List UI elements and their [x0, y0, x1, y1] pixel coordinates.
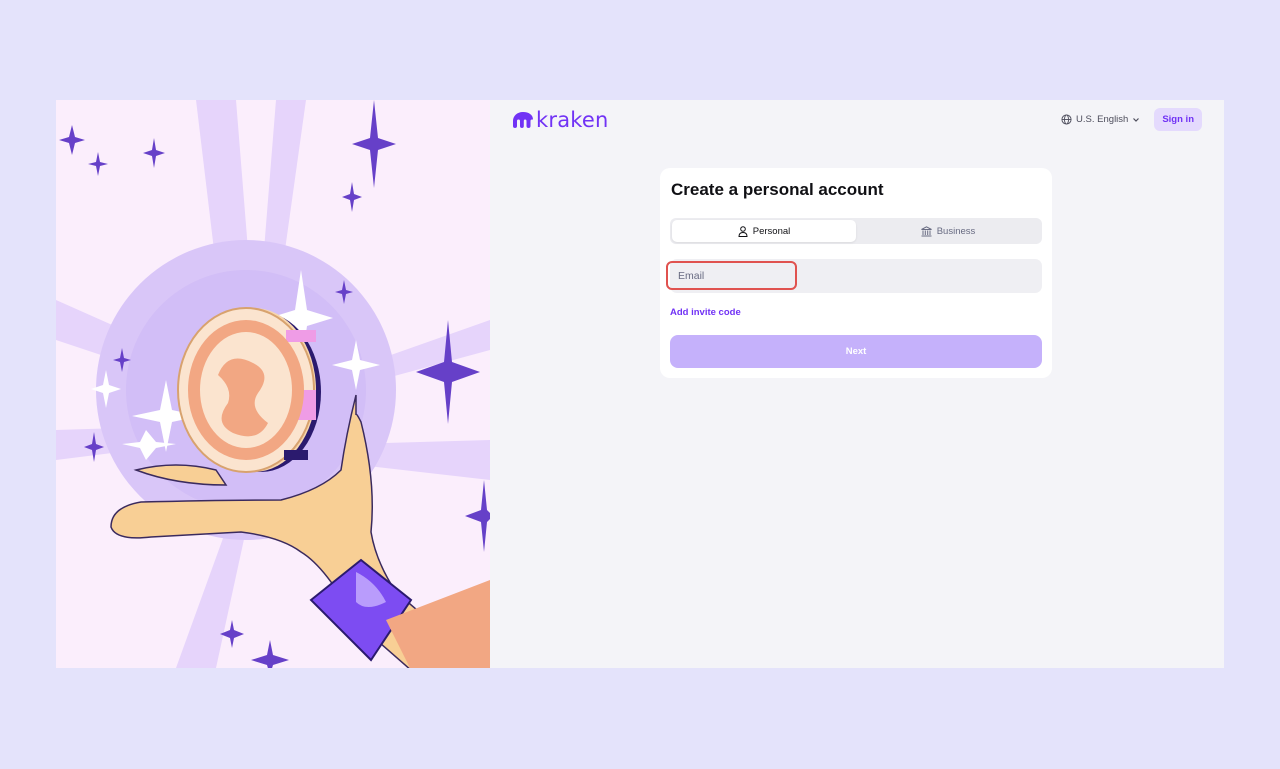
tab-personal-label: Personal — [752, 225, 791, 237]
email-field[interactable] — [670, 259, 1042, 293]
person-icon — [738, 225, 748, 237]
coin-hand-illustration — [56, 100, 490, 668]
kraken-logo[interactable]: kraken — [512, 108, 609, 132]
app-frame: kraken U.S. English Sign in Create a per… — [56, 100, 1224, 668]
add-invite-code-link[interactable]: Add invite code — [670, 307, 741, 318]
tab-business[interactable]: Business — [856, 220, 1040, 242]
signup-card: Create a personal account Personal Busin… — [660, 168, 1052, 378]
bank-icon — [920, 225, 932, 236]
globe-icon — [1061, 114, 1072, 125]
tab-personal[interactable]: Personal — [672, 220, 856, 242]
account-type-toggle: Personal Business — [670, 218, 1042, 244]
next-button[interactable]: Next — [670, 335, 1042, 368]
sign-in-button[interactable]: Sign in — [1154, 108, 1202, 131]
chevron-down-icon — [1133, 117, 1140, 122]
kraken-logo-icon — [513, 112, 533, 128]
language-selector[interactable]: U.S. English — [1061, 114, 1140, 125]
logo-text: kraken — [536, 108, 609, 132]
email-field-wrapper — [666, 259, 1042, 293]
page-title: Create a personal account — [671, 180, 884, 199]
language-label: U.S. English — [1076, 114, 1129, 125]
hero-illustration — [56, 100, 490, 668]
signup-panel: kraken U.S. English Sign in Create a per… — [490, 100, 1224, 668]
topbar-actions: U.S. English Sign in — [1061, 108, 1202, 131]
tab-business-label: Business — [936, 225, 976, 237]
